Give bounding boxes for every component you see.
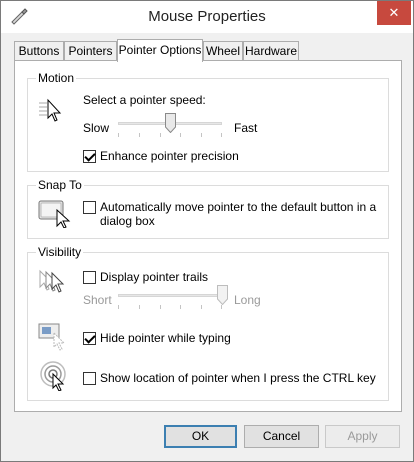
tab-hardware[interactable]: Hardware (243, 41, 299, 61)
trail-tick (160, 305, 161, 309)
motion-group-title: Motion (36, 71, 77, 85)
snap-to-group: Snap To Automatically move pointer to th… (27, 178, 389, 239)
speed-tick (139, 133, 140, 137)
auto-move-label-line1: Automatically move pointer to the defaul… (100, 200, 377, 214)
hide-typing-option[interactable]: Hide pointer while typing (83, 331, 231, 345)
visibility-group-title: Visibility (36, 245, 84, 259)
mouse-properties-window: Mouse Properties ✕ Buttons Pointers Poin… (0, 0, 414, 462)
trail-tick (221, 305, 222, 309)
auto-move-checkbox[interactable] (83, 201, 96, 214)
enhance-precision-option[interactable]: Enhance pointer precision (83, 149, 239, 163)
trail-tick (201, 305, 202, 309)
auto-move-label-line2: dialog box (100, 214, 155, 228)
speed-slider-thumb[interactable] (165, 113, 176, 134)
hide-typing-checkbox[interactable] (83, 332, 96, 345)
auto-move-label: Automatically move pointer to the defaul… (100, 200, 376, 228)
ok-button[interactable]: OK (164, 425, 237, 448)
window-title: Mouse Properties (148, 8, 266, 25)
tab-wheel[interactable]: Wheel (203, 41, 243, 61)
snap-to-group-title: Snap To (36, 178, 84, 192)
speed-tick (118, 133, 119, 137)
speed-tick (221, 133, 222, 137)
hide-pointer-icon (38, 323, 68, 354)
tab-buttons[interactable]: Buttons (14, 41, 64, 61)
tab-pointer-options[interactable]: Pointer Options (117, 39, 203, 62)
pointer-speed-slider[interactable] (118, 113, 222, 141)
show-ctrl-option[interactable]: Show location of pointer when I press th… (83, 371, 376, 385)
pointer-trails-label: Display pointer trails (100, 270, 209, 284)
title-bar[interactable]: Mouse Properties ✕ (1, 1, 413, 33)
pointer-trails-option[interactable]: Display pointer trails (83, 270, 208, 284)
close-button[interactable]: ✕ (377, 1, 411, 25)
tab-pointers[interactable]: Pointers (64, 41, 117, 61)
pointer-options-panel: Motion Select a pointer speed: Slow Fast (14, 60, 402, 412)
apply-button[interactable]: Apply (325, 425, 400, 448)
speed-tick (201, 133, 202, 137)
trail-slider-thumb[interactable] (217, 285, 228, 306)
trail-tick (118, 305, 119, 309)
trail-slider-track (118, 294, 222, 297)
short-label: Short (83, 293, 112, 307)
motion-group: Motion Select a pointer speed: Slow Fast (27, 71, 389, 172)
show-ctrl-label: Show location of pointer when I press th… (100, 371, 376, 385)
speed-prompt: Select a pointer speed: (83, 93, 206, 107)
auto-move-option[interactable]: Automatically move pointer to the defaul… (83, 200, 376, 228)
pointer-speed-icon (38, 97, 66, 126)
long-label: Long (234, 293, 261, 307)
pointer-location-icon (40, 361, 70, 394)
snap-to-button-icon (38, 198, 72, 231)
pointer-trails-checkbox[interactable] (83, 271, 96, 284)
trail-tick (139, 305, 140, 309)
visibility-group: Visibility Display pointer trails Short … (27, 245, 389, 401)
hide-typing-label: Hide pointer while typing (100, 331, 231, 345)
close-icon: ✕ (388, 5, 400, 20)
trail-tick (180, 305, 181, 309)
pointer-trails-icon (38, 269, 72, 298)
fast-label: Fast (234, 121, 258, 135)
slow-label: Slow (83, 121, 110, 135)
trail-length-slider[interactable] (118, 285, 228, 313)
show-ctrl-checkbox[interactable] (83, 372, 96, 385)
speed-tick (160, 133, 161, 137)
enhance-precision-checkbox[interactable] (83, 150, 96, 163)
cancel-button[interactable]: Cancel (244, 425, 319, 448)
enhance-precision-label: Enhance pointer precision (100, 149, 239, 163)
speed-tick (180, 133, 181, 137)
